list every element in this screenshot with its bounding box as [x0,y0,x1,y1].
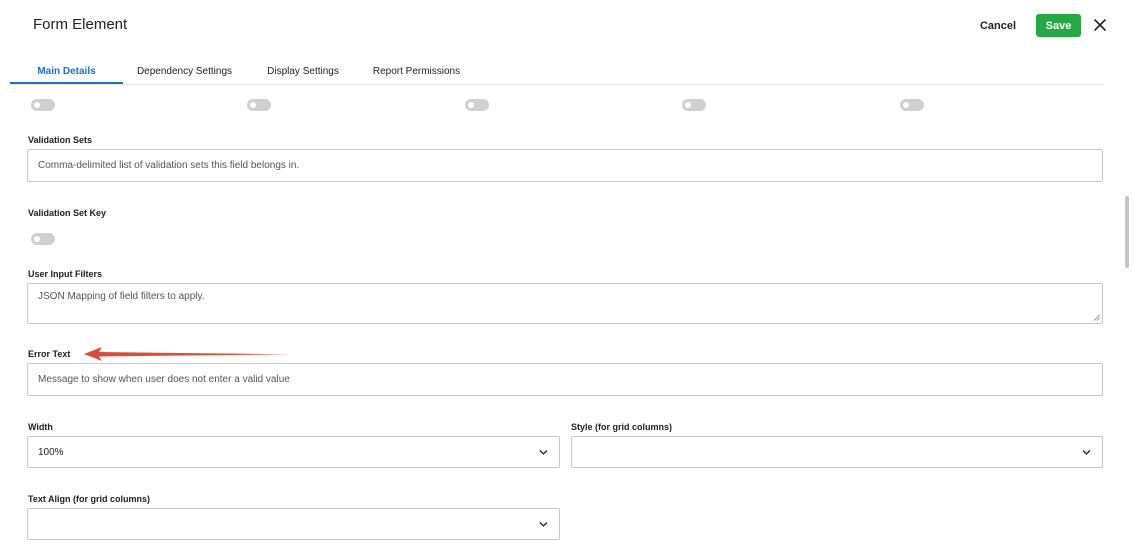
validation-set-key-label: Validation Set Key [28,208,107,218]
chevron-down-icon [539,450,548,455]
validation-sets-label: Validation Sets [28,135,93,145]
close-icon[interactable] [1090,15,1110,35]
tab-dependency-settings[interactable]: Dependency Settings [128,60,241,84]
toggle-switch[interactable] [465,99,489,111]
width-select[interactable]: 100% [27,436,560,468]
width-label: Width [28,422,53,432]
text-align-label: Text Align (for grid columns) [28,494,150,504]
tab-divider [10,84,1104,85]
save-button[interactable]: Save [1036,14,1081,37]
toggle-switch[interactable] [247,99,271,111]
tab-report-permissions[interactable]: Report Permissions [366,60,467,84]
cancel-button[interactable]: Cancel [972,16,1024,36]
red-arrow-icon [84,347,290,361]
toggle-switch[interactable] [31,99,55,111]
modal-header: Form Element Cancel Save [0,0,1134,52]
toggle-knob [685,102,691,108]
toggle-knob [250,102,256,108]
error-text-placeholder: Message to show when user does not enter… [38,374,290,385]
scrollbar-thumb[interactable] [1125,196,1129,268]
error-text-input[interactable]: Message to show when user does not enter… [27,363,1103,396]
toggle-knob [34,102,40,108]
chevron-down-icon [539,522,548,527]
user-input-filters-textarea[interactable]: JSON Mapping of field filters to apply. [27,283,1103,324]
validation-sets-input[interactable]: Comma-delimited list of validation sets … [27,149,1103,182]
chevron-down-icon [1082,450,1091,455]
toggle-knob [34,236,40,242]
resize-handle-icon[interactable] [1093,314,1100,321]
validation-sets-placeholder: Comma-delimited list of validation sets … [38,160,300,171]
text-align-select[interactable] [27,508,560,540]
toggle-knob [468,102,474,108]
tab-display-settings[interactable]: Display Settings [258,60,348,84]
style-label: Style (for grid columns) [571,422,673,432]
width-value: 100% [38,446,64,458]
tab-main-details[interactable]: Main Details [10,60,123,84]
toggle-switch[interactable] [682,99,706,111]
tab-bar: Main Details Dependency Settings Display… [0,60,1134,84]
toggle-switch[interactable] [900,99,924,111]
error-text-label: Error Text [28,349,71,359]
style-select[interactable] [571,436,1103,468]
user-input-filters-label: User Input Filters [28,269,103,279]
validation-set-key-toggle[interactable] [31,233,55,245]
modal-title: Form Element [33,16,128,33]
toggle-knob [903,102,909,108]
user-input-filters-placeholder: JSON Mapping of field filters to apply. [38,291,205,302]
